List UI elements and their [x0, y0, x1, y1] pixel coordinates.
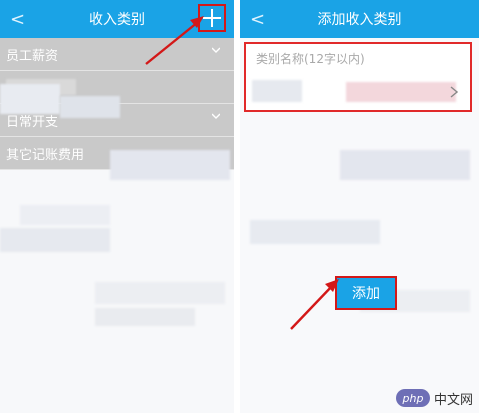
php-logo: php [395, 389, 430, 407]
page-title: 收入类别 [89, 12, 145, 28]
chevron-down-icon [212, 47, 220, 53]
category-name-placeholder: 类别名称(12字以内) [256, 51, 365, 66]
category-name-input[interactable]: 类别名称(12字以内) [244, 42, 472, 72]
add-income-category-screen: < 添加收入类别 类别名称(12字以内) 添加 [240, 0, 479, 413]
category-label: 其它记账费用 [6, 147, 85, 163]
blurred-region [0, 84, 60, 114]
back-icon[interactable]: < [10, 0, 25, 38]
watermark: php 中文网 [395, 387, 473, 409]
blurred-region [20, 205, 110, 225]
blurred-region [252, 80, 302, 102]
chevron-right-icon [450, 86, 458, 98]
blurred-region [95, 282, 225, 304]
plus-icon-vertical [211, 9, 213, 27]
add-button-label: 添加 [352, 286, 380, 302]
blurred-region [346, 82, 456, 102]
annotation-arrow [145, 16, 204, 65]
blurred-region [340, 150, 470, 180]
annotation-arrow [290, 279, 339, 330]
blurred-region [250, 220, 380, 244]
blurred-region [95, 308, 195, 326]
back-icon[interactable]: < [250, 0, 265, 38]
watermark-text: 中文网 [433, 392, 473, 408]
parent-category-select[interactable] [244, 72, 472, 112]
income-category-screen: < 收入类别 员工薪资 日常开支 其它记账费用 [0, 0, 234, 413]
chevron-down-icon [212, 113, 220, 119]
blurred-region [110, 150, 230, 180]
blurred-region [60, 96, 120, 118]
category-label: 员工薪资 [6, 48, 59, 64]
header-bar: < 添加收入类别 [240, 0, 479, 38]
page-title: 添加收入类别 [317, 12, 402, 28]
blurred-region [0, 228, 110, 252]
